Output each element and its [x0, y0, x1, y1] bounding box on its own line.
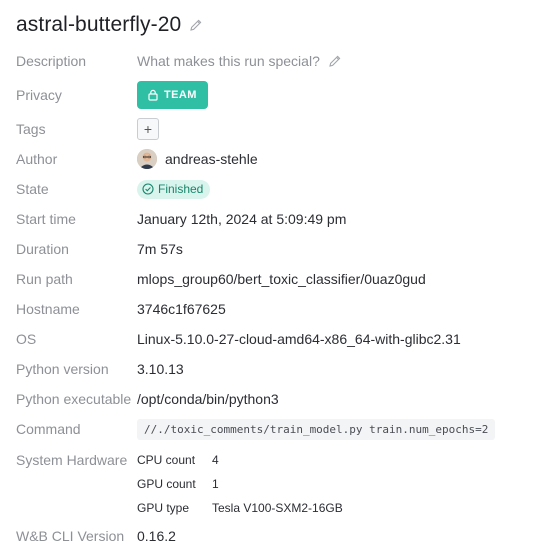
hardware-value: 1 [212, 477, 219, 491]
description-value[interactable]: What makes this run special? [137, 53, 342, 69]
run-title: astral-butterfly-20 [16, 13, 182, 36]
hardware-value: 4 [212, 453, 219, 467]
state-label: State [16, 181, 49, 197]
lock-icon [148, 89, 158, 101]
description-placeholder[interactable]: What makes this run special? [137, 53, 320, 69]
check-circle-icon [142, 183, 154, 195]
command-text: //./toxic_comments/train_model.py train.… [137, 418, 496, 440]
description-label: Description [16, 53, 87, 69]
author-value[interactable]: andreas-stehle [137, 149, 258, 169]
privacy-label: Privacy [16, 87, 62, 103]
start-time-label: Start time [16, 211, 76, 227]
tags-label: Tags [16, 121, 46, 137]
cli-version-label: W&B CLI Version [16, 528, 125, 544]
system-hardware-label: System Hardware [16, 452, 128, 468]
hostname-label: Hostname [16, 301, 80, 317]
author-label: Author [16, 151, 58, 167]
state-value: Finished [137, 179, 211, 199]
hardware-key: GPU count [137, 477, 196, 491]
run-path-value[interactable]: mlops_group60/bert_toxic_classifier/0uaz… [137, 271, 426, 287]
command-label: Command [16, 421, 81, 437]
author-name[interactable]: andreas-stehle [165, 151, 258, 167]
duration-value: 7m 57s [137, 241, 183, 257]
hostname-value: 3746c1f67625 [137, 301, 226, 317]
add-tag-button[interactable]: + [137, 118, 159, 140]
python-version-value: 3.10.13 [137, 361, 184, 377]
status-badge: Finished [137, 179, 211, 199]
pencil-icon[interactable] [189, 18, 203, 32]
privacy-value: TEAM [137, 81, 208, 109]
python-executable-value: /opt/conda/bin/python3 [137, 391, 279, 407]
pencil-icon[interactable] [328, 54, 342, 68]
command-value: //./toxic_comments/train_model.py train.… [137, 418, 496, 440]
cli-version-value: 0.16.2 [137, 528, 176, 544]
hardware-value: Tesla V100-SXM2-16GB [212, 501, 343, 515]
team-privacy-button[interactable]: TEAM [137, 81, 208, 109]
os-label: OS [16, 331, 37, 347]
hardware-key: CPU count [137, 453, 196, 467]
duration-label: Duration [16, 241, 69, 257]
python-version-label: Python version [16, 361, 109, 377]
team-button-label: TEAM [164, 89, 197, 101]
hardware-key: GPU type [137, 501, 190, 515]
status-text: Finished [158, 182, 204, 196]
start-time-value: January 12th, 2024 at 5:09:49 pm [137, 211, 347, 227]
os-value: Linux-5.10.0-27-cloud-amd64-x86_64-with-… [137, 331, 461, 347]
run-title-row: astral-butterfly-20 [16, 10, 203, 40]
avatar[interactable] [137, 149, 157, 169]
tags-value: + [137, 118, 159, 140]
run-path-label: Run path [16, 271, 73, 287]
python-executable-label: Python executable [16, 391, 132, 407]
